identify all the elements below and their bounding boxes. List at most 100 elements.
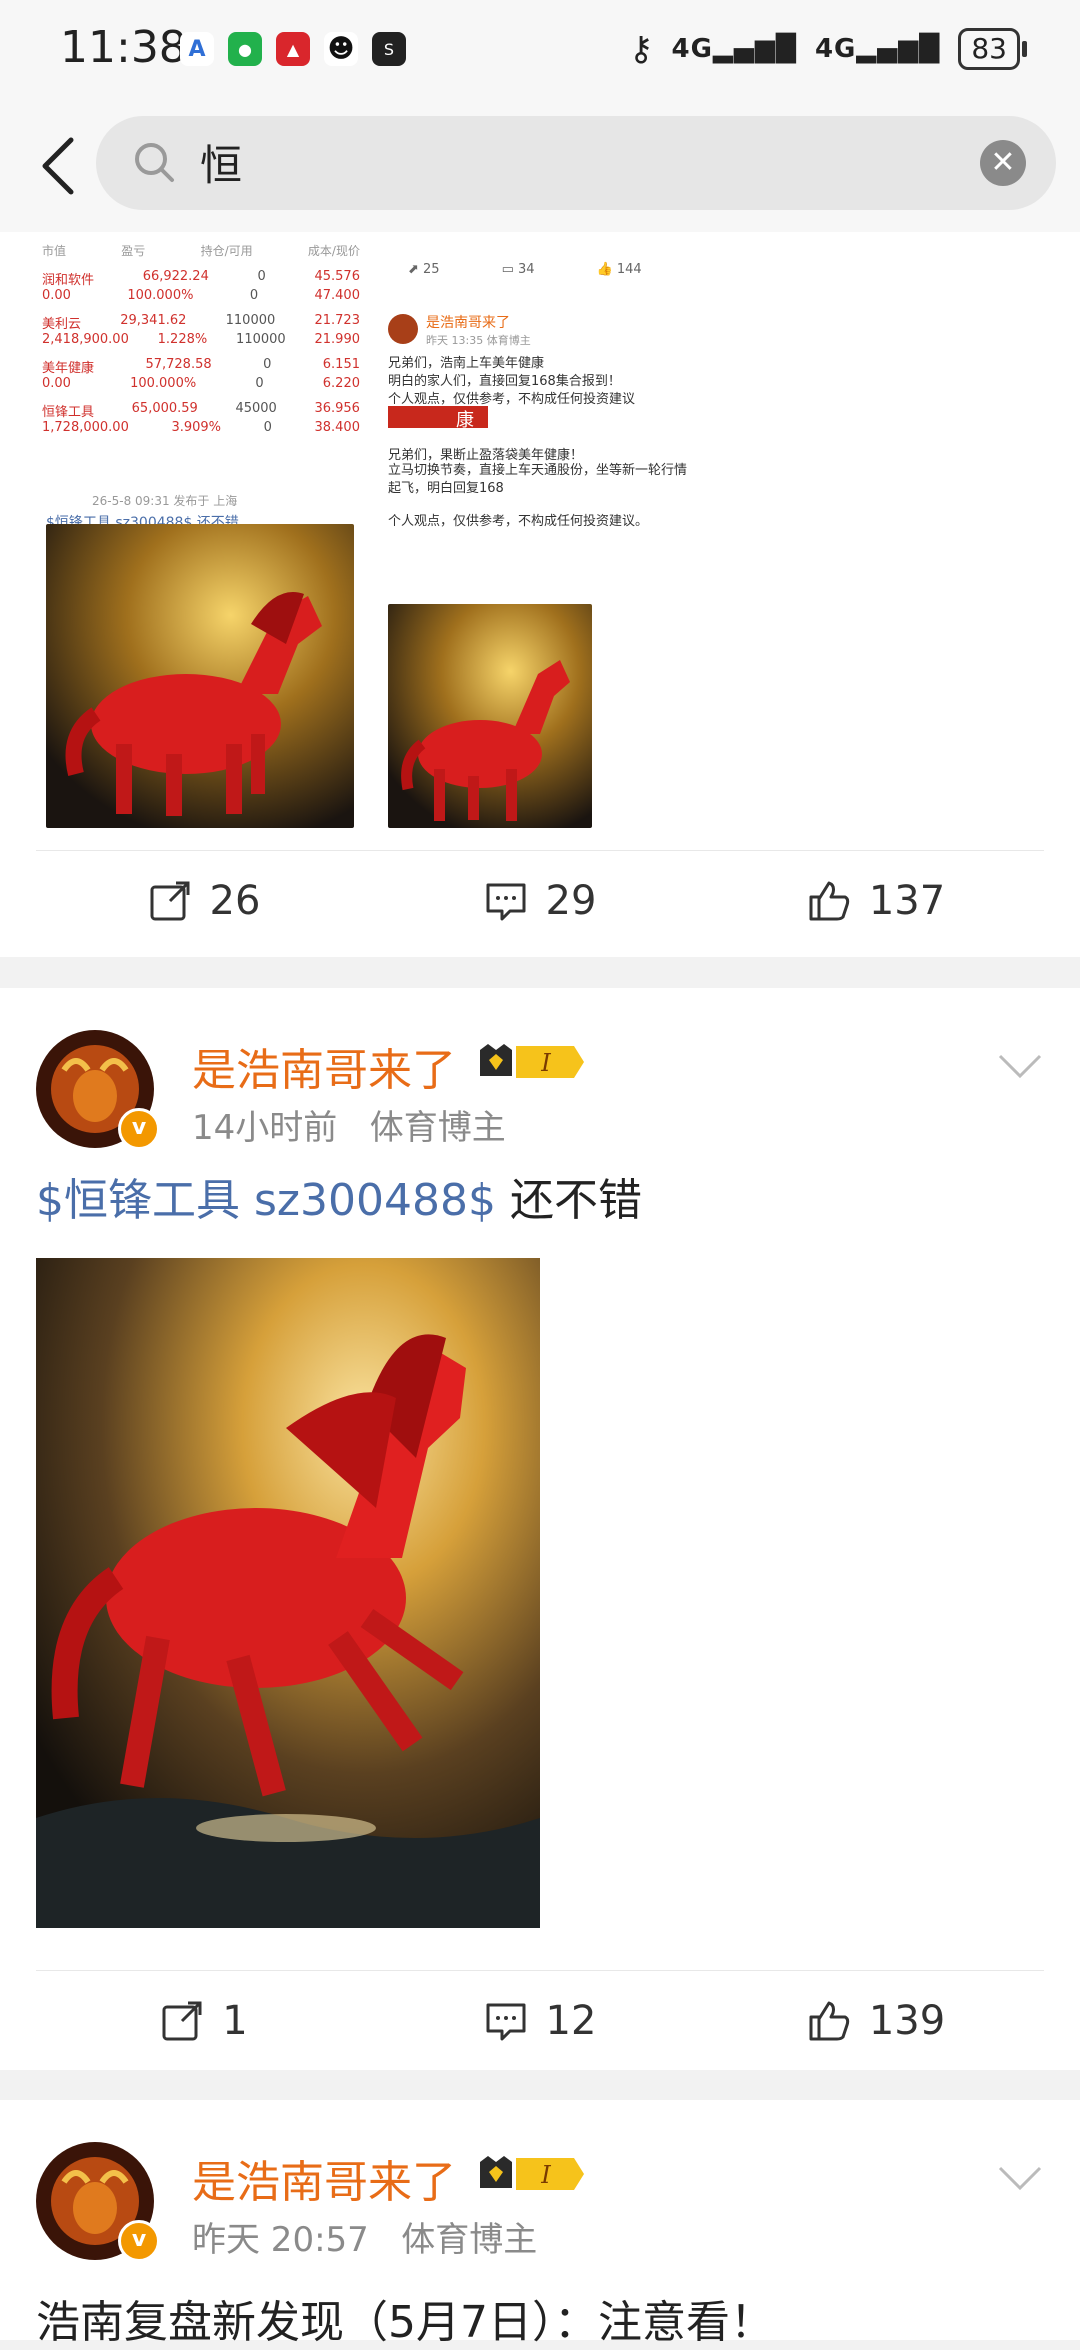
level-crown-icon: I <box>480 1044 584 1078</box>
post-text: 还不错 <box>495 1175 642 1226</box>
post-time: 昨天 20:57 <box>192 2220 369 2260</box>
post-text: 兄弟们，浩南上车美年健康 <box>388 356 545 371</box>
search-input[interactable]: 恒 ✕ <box>96 116 1056 210</box>
post-text: 兄弟们，果断止盈落袋美年健康！ <box>388 448 584 463</box>
stock-name: 美年健康 <box>42 361 95 376</box>
portfolio-rows: 润和软件 66,922.24 0 45.576 0.00 100.000% 0 47.400… <box>36 269 366 435</box>
stat-share: ⬈ 25 <box>408 262 440 277</box>
avatar <box>388 314 418 344</box>
chevron-down-icon[interactable] <box>996 2162 1044 2194</box>
horse-image-small[interactable] <box>388 604 592 828</box>
status-bar: 11:38 A ● ▲ ☻ S ⚷ 4G▂▄▆█ 4G▂▄▆█ 83 <box>0 0 1080 100</box>
post-category: 体育博主 <box>369 1108 506 1148</box>
comment-button[interactable]: 12 <box>372 1971 708 2071</box>
horse-image[interactable] <box>46 524 354 828</box>
cell: 45.576 <box>314 269 360 284</box>
battery-indicator: 83 <box>958 28 1027 70</box>
post-meta: 昨天 13:35 体育博主 <box>426 334 531 347</box>
username: 是浩南哥来了 <box>426 315 510 331</box>
table-row: 恒锋工具 65,000.59 45000 36.956 1,728,000.00 3.9… <box>42 401 360 435</box>
comment-count: 29 <box>545 878 597 924</box>
post-meta: 昨天 20:57 体育博主 <box>192 2212 537 2261</box>
finance-app-icon: ▲ <box>276 32 310 66</box>
red-horse-image <box>36 1258 540 1928</box>
clear-search-button[interactable]: ✕ <box>980 140 1026 186</box>
like-count: 139 <box>868 1998 946 2044</box>
col-header: 盈亏 <box>121 244 146 258</box>
table-row: 美利云 29,341.62 110000 21.723 2,418,900.00 1.2… <box>42 313 360 347</box>
post-card-3: v 是浩南哥来了 I 昨天 20:57 体育博主 浩南复盘新发现（5月7日）：注… <box>0 2100 1080 2348</box>
cell: 21.723 <box>314 313 360 328</box>
post-actions: 1 12 139 <box>36 1970 1044 2071</box>
thumbnail-text: 康 <box>456 410 474 431</box>
share-count: 26 <box>209 878 261 924</box>
clock: 11:38 <box>60 22 187 73</box>
username[interactable]: 是浩南哥来了 <box>192 1034 456 1098</box>
cell: 29,341.62 <box>120 313 187 328</box>
thumbnail: 康 <box>388 406 488 431</box>
cell: 47.400 <box>314 288 360 303</box>
cell: 3.909% <box>171 420 222 435</box>
cell: 0 <box>263 357 272 372</box>
wechat-icon: ● <box>228 32 262 66</box>
cell: 100.000% <box>127 288 194 303</box>
repost-stats: ⬈ 25 ▭ 34 👍 144 <box>380 240 710 277</box>
share-icon <box>162 2001 202 2041</box>
post-text: 个人观点，仅供参考，不构成任何投资建议 <box>388 392 636 407</box>
signal-2-icon: 4G▂▄▆█ <box>814 34 941 64</box>
col-header: 市值 <box>42 244 67 258</box>
screenshot-posts[interactable]: ⬈ 25 ▭ 34 👍 144 是浩南哥来了 昨天 13:35 体育博主 兄弟们… <box>380 240 710 550</box>
cell: 38.400 <box>314 420 360 435</box>
like-button[interactable]: 139 <box>708 1971 1044 2071</box>
post-image[interactable] <box>36 1258 540 1928</box>
post-text: 个人观点，仅供参考，不构成任何投资建议。 <box>388 514 649 529</box>
search-header: 恒 ✕ <box>0 100 1080 233</box>
share-button[interactable]: 26 <box>36 851 372 951</box>
username[interactable]: 是浩南哥来了 <box>192 2146 456 2210</box>
comment-icon <box>486 883 526 921</box>
key-icon: ⚷ <box>628 29 654 69</box>
app-a-icon: A <box>180 32 214 66</box>
share-icon <box>150 881 190 921</box>
cell: 100.000% <box>130 376 197 391</box>
stock-name: 美利云 <box>42 317 82 332</box>
level-text: I <box>540 2161 551 2189</box>
post-meta: 14小时前 体育博主 <box>192 1100 506 1149</box>
stock-tag[interactable]: $恒锋工具 sz300488$ <box>36 1175 496 1226</box>
back-button[interactable] <box>24 128 94 204</box>
verified-badge-icon: v <box>118 2220 160 2262</box>
share-button[interactable]: 1 <box>36 1971 372 2071</box>
cell: 36.956 <box>314 401 360 416</box>
red-horse-image <box>388 604 592 828</box>
cell: 57,728.58 <box>145 357 212 372</box>
cell: 0 <box>263 420 272 435</box>
red-horse-image <box>46 524 354 828</box>
post-text: 明白的家人们，直接回复168集合报到！ <box>388 374 621 389</box>
thumbs-up-icon <box>809 881 849 921</box>
cell: 0 <box>255 376 264 391</box>
like-count: 137 <box>868 878 946 924</box>
chevron-down-icon[interactable] <box>996 1050 1044 1082</box>
comment-button[interactable]: 29 <box>372 851 708 951</box>
post-body: $恒锋工具 sz300488$ 还不错 <box>36 1164 642 1228</box>
stat-comment: ▭ 34 <box>501 262 535 277</box>
cell: 0 <box>257 269 266 284</box>
search-icon <box>135 143 174 182</box>
cell: 66,922.24 <box>142 269 209 284</box>
table-row: 润和软件 66,922.24 0 45.576 0.00 100.000% 0 47.400 <box>42 269 360 303</box>
notification-icons: A ● ▲ ☻ S <box>180 32 406 66</box>
post-text: 立马切换节奏，直接上车天通股份，坐等新一轮行情起飞，明白回复168 <box>388 463 688 496</box>
comment-count: 12 <box>545 1998 597 2044</box>
cell: 0.00 <box>42 288 71 303</box>
cell: 6.151 <box>322 357 360 372</box>
col-header: 成本/现价 <box>307 244 360 258</box>
stat-like: 👍 144 <box>596 262 642 277</box>
screenshot-portfolio[interactable]: 市值 盈亏 持仓/可用 成本/现价 润和软件 66,922.24 0 45.576 0… <box>36 240 366 550</box>
like-button[interactable]: 137 <box>708 851 1044 951</box>
search-query: 恒 <box>200 141 243 190</box>
post-time: 14小时前 <box>192 1108 338 1148</box>
cell: 45000 <box>235 401 277 416</box>
cell: 65,000.59 <box>131 401 198 416</box>
qq-icon: ☻ <box>324 32 358 66</box>
stock-name: 恒锋工具 <box>42 405 95 420</box>
